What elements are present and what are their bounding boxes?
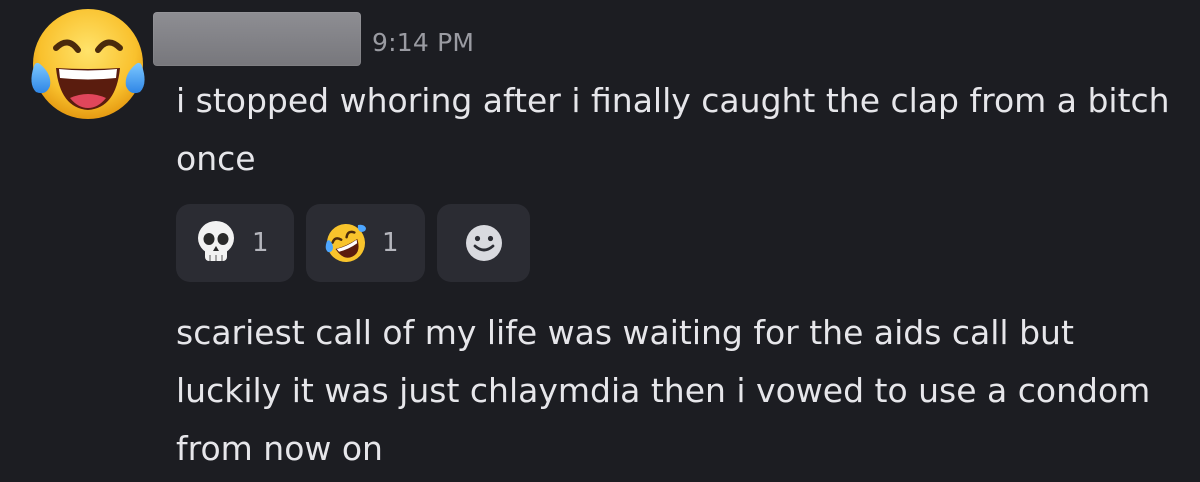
reaction-count: 1: [382, 228, 399, 258]
skull-icon: [194, 219, 238, 267]
add-reaction-button[interactable]: [437, 204, 530, 282]
timestamp: 9:14 PM: [372, 28, 475, 57]
reaction-rofl[interactable]: 1: [306, 204, 425, 282]
message-text: i stopped whoring after i finally caught…: [176, 81, 1170, 178]
message-text: scariest call of my life was waiting for…: [176, 313, 1151, 468]
message-group: 9:14 PM i stopped whoring after i finall…: [0, 0, 1200, 482]
face-with-tears-of-joy-icon[interactable]: [26, 6, 150, 124]
username-redacted[interactable]: [153, 12, 361, 66]
reactions-bar: 1 1: [176, 204, 530, 282]
reaction-count: 1: [252, 228, 269, 258]
rolling-on-the-floor-laughing-icon: [324, 221, 368, 265]
reaction-skull[interactable]: 1: [176, 204, 294, 282]
add-reaction-smiley-icon: [464, 223, 504, 263]
